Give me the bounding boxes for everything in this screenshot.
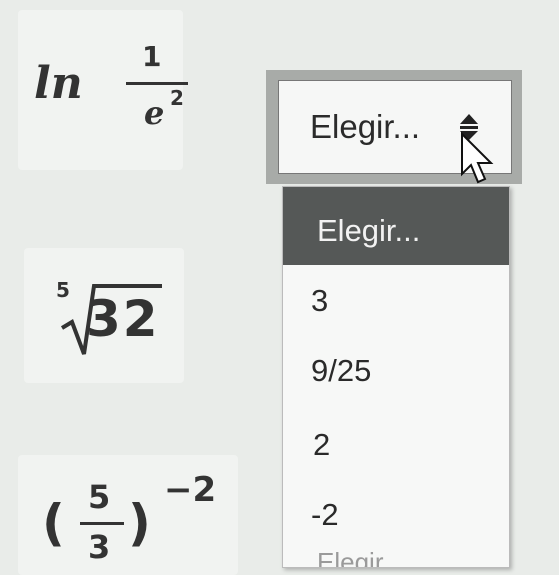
option-9-25[interactable]: 9/25 — [283, 353, 509, 389]
next-select-partial: Elegir... — [317, 547, 404, 568]
ln-denominator-exponent: 2 — [170, 86, 184, 110]
ln-fraction-bar — [126, 82, 188, 85]
select-dropdown-list[interactable]: Elegir... 3 9/25 2 -2 Elegir... — [282, 186, 510, 568]
close-parenthesis: ) — [128, 494, 151, 552]
option-3[interactable]: 3 — [283, 283, 509, 319]
power-numerator: 5 — [88, 478, 111, 516]
ln-function: ln — [34, 58, 83, 109]
power-exponent: −2 — [164, 470, 217, 510]
ln-numerator: 1 — [142, 40, 162, 73]
option-minus-2[interactable]: -2 — [283, 497, 509, 533]
option-elegir[interactable]: Elegir... — [283, 187, 509, 265]
root-radicand: 32 — [86, 290, 160, 348]
option-2[interactable]: 2 — [283, 427, 509, 463]
power-denominator: 3 — [88, 528, 111, 566]
power-fraction-bar — [80, 522, 124, 525]
open-parenthesis: ( — [42, 494, 65, 552]
select-current-value[interactable]: Elegir... — [310, 108, 420, 146]
ln-denominator-base: e — [144, 94, 165, 132]
mouse-pointer-icon — [461, 132, 494, 184]
